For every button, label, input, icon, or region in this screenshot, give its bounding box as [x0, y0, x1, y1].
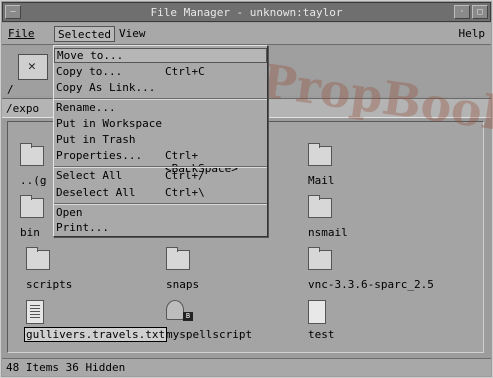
status-text: 48 Items 36 Hidden — [6, 361, 126, 374]
menu-item-copy-to[interactable]: Copy to... Ctrl+C — [54, 65, 267, 80]
maximize-button[interactable]: □ — [472, 5, 488, 19]
menu-item-label: Move to... — [57, 49, 124, 62]
file-label: nsmail — [308, 226, 348, 239]
folder-icon — [26, 247, 50, 270]
selected-menu-dropdown: Move to... Copy to... Ctrl+C Copy As Lin… — [53, 45, 268, 237]
menu-item-label: Properties... — [56, 149, 143, 162]
menu-item-label: Select All — [56, 169, 123, 182]
file-label: test — [308, 328, 335, 341]
file-label: Mail — [308, 174, 335, 187]
file-item[interactable]: B myspellscript — [166, 300, 306, 341]
script-file-icon: B — [166, 300, 193, 321]
folder-icon — [20, 143, 44, 166]
file-label: scripts — [26, 278, 73, 291]
menu-item-label: Print... — [56, 221, 109, 234]
folder-icon[interactable]: ✕ — [18, 54, 48, 80]
menu-item-put-in-trash[interactable]: Put in Trash — [54, 133, 267, 148]
folder-icon — [308, 195, 332, 218]
file-item[interactable]: vnc-3.3.6-sparc_2.5 — [308, 247, 448, 291]
status-bar: 48 Items 36 Hidden — [2, 358, 491, 376]
menu-view[interactable]: View — [116, 26, 149, 42]
menu-item-properties[interactable]: Properties... Ctrl+<BackSpace> — [54, 149, 267, 175]
menu-item-label: Copy to... — [56, 65, 123, 78]
window-menu-button[interactable]: – — [5, 5, 21, 19]
menu-item-label: Put in Workspace — [56, 117, 162, 130]
file-label-selected: gullivers.travels.txt — [24, 327, 168, 342]
menu-selected[interactable]: Selected — [54, 26, 115, 42]
menu-item-label: Copy As Link... — [56, 81, 156, 94]
menu-item-open[interactable]: Open — [54, 206, 267, 221]
menu-item-put-in-workspace[interactable]: Put in Workspace — [54, 117, 267, 132]
menu-item-accelerator: Ctrl+C — [165, 65, 205, 78]
menu-item-print[interactable]: Print... — [54, 221, 267, 236]
menu-item-label: Rename... — [56, 101, 116, 114]
window-title: File Manager - unknown:taylor — [150, 5, 343, 19]
menu-item-rename[interactable]: Rename... — [54, 101, 267, 116]
menu-item-label: Open — [56, 206, 83, 219]
file-item[interactable]: nsmail — [308, 195, 448, 239]
menu-separator — [54, 98, 267, 100]
menu-item-label: Deselect All — [56, 186, 136, 199]
menu-item-accelerator: Ctrl+/ — [165, 169, 205, 182]
file-label: bin — [20, 226, 40, 239]
file-item[interactable]: gullivers.travels.txt — [24, 300, 168, 342]
menu-separator — [54, 203, 267, 205]
menu-bar: File Selected View Help — [2, 23, 491, 45]
file-item[interactable]: snaps — [166, 247, 306, 291]
folder-icon — [20, 195, 44, 218]
text-file-icon — [26, 300, 44, 324]
menu-item-accelerator: Ctrl+\ — [165, 186, 205, 199]
menu-separator — [54, 166, 267, 168]
menu-item-label: Put in Trash — [56, 133, 136, 146]
folder-icon — [166, 247, 190, 270]
file-label: myspellscript — [166, 328, 253, 341]
minimize-button[interactable]: · — [454, 5, 470, 19]
file-manager-window: – File Manager - unknown:taylor · □ File… — [0, 0, 493, 378]
file-label: ..(g — [20, 174, 47, 187]
menu-item-deselect-all[interactable]: Deselect All Ctrl+\ — [54, 186, 267, 201]
menu-item-select-all[interactable]: Select All Ctrl+/ — [54, 169, 267, 184]
title-bar[interactable]: – File Manager - unknown:taylor · □ — [2, 2, 491, 22]
file-item[interactable]: test — [308, 300, 448, 341]
folder-icon — [308, 143, 332, 166]
file-item[interactable]: Mail — [308, 143, 448, 187]
menu-help[interactable]: Help — [456, 26, 489, 42]
root-label: / — [7, 83, 14, 96]
menu-item-copy-as-link[interactable]: Copy As Link... — [54, 81, 267, 96]
file-item[interactable]: scripts — [26, 247, 166, 291]
menu-item-move-to[interactable]: Move to... — [54, 48, 267, 63]
blank-file-icon — [308, 300, 326, 324]
folder-icon — [308, 247, 332, 270]
file-label: vnc-3.3.6-sparc_2.5 — [308, 278, 434, 291]
current-path: /expo — [6, 102, 40, 115]
file-label: snaps — [166, 278, 200, 291]
